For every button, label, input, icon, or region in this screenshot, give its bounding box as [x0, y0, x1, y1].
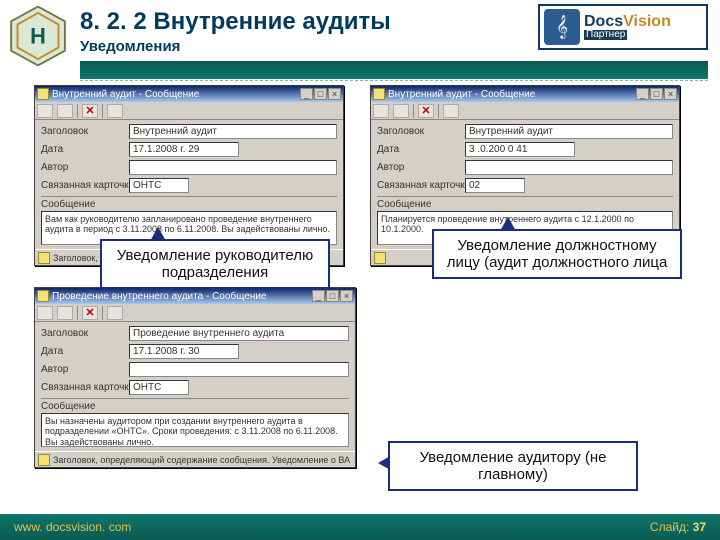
author-field[interactable]	[129, 160, 337, 175]
svg-text:Н: Н	[30, 24, 46, 49]
company-hex-logo: Н	[6, 4, 70, 68]
minimize-button[interactable]: _	[312, 290, 325, 302]
maximize-button[interactable]: □	[326, 290, 339, 302]
titlebar[interactable]: Проведение внутреннего аудита - Сообщени…	[35, 288, 355, 304]
close-button[interactable]: ×	[664, 88, 677, 100]
status-icon	[38, 252, 50, 264]
footer-url: www. docsvision. com	[14, 520, 131, 534]
header-divider	[80, 61, 708, 79]
message-window-3: Проведение внутреннего аудита - Сообщени…	[34, 287, 356, 468]
slide-footer: www. docsvision. com Слайд: 37	[0, 514, 720, 540]
slide-number: 37	[693, 520, 706, 534]
date-field[interactable]: 17.1.2008 г. 29	[129, 142, 239, 157]
envelope-icon	[37, 88, 49, 100]
subject-field[interactable]: Внутренний аудит	[129, 124, 337, 139]
minimize-button[interactable]: _	[636, 88, 649, 100]
toolbar-open-button[interactable]	[57, 104, 73, 118]
docsvision-partner-logo: 𝄞 DocsVision Партнер	[538, 4, 708, 50]
envelope-icon	[373, 88, 385, 100]
envelope-icon	[37, 290, 49, 302]
linked-card-field[interactable]: ОНТС	[129, 178, 189, 193]
toolbar-delete-button[interactable]: ✕	[82, 104, 98, 118]
toolbar-new-button[interactable]	[37, 104, 53, 118]
toolbar: ✕	[35, 102, 343, 120]
close-button[interactable]: ×	[328, 88, 341, 100]
clip-icon: 𝄞	[544, 9, 580, 45]
minimize-button[interactable]: _	[300, 88, 313, 100]
callout-auditor: Уведомление аудитору (не главному)	[388, 441, 638, 491]
maximize-button[interactable]: □	[314, 88, 327, 100]
toolbar-misc-button[interactable]	[107, 104, 123, 118]
maximize-button[interactable]: □	[650, 88, 663, 100]
callout-official: Уведомление должностному лицу (аудит дол…	[432, 229, 682, 279]
close-button[interactable]: ×	[340, 290, 353, 302]
titlebar[interactable]: Внутренний аудит - Сообщение _ □ ×	[35, 86, 343, 102]
titlebar[interactable]: Внутренний аудит - Сообщение _ □ ×	[371, 86, 679, 102]
callout-manager: Уведомление руководителю подразделения	[100, 239, 330, 289]
